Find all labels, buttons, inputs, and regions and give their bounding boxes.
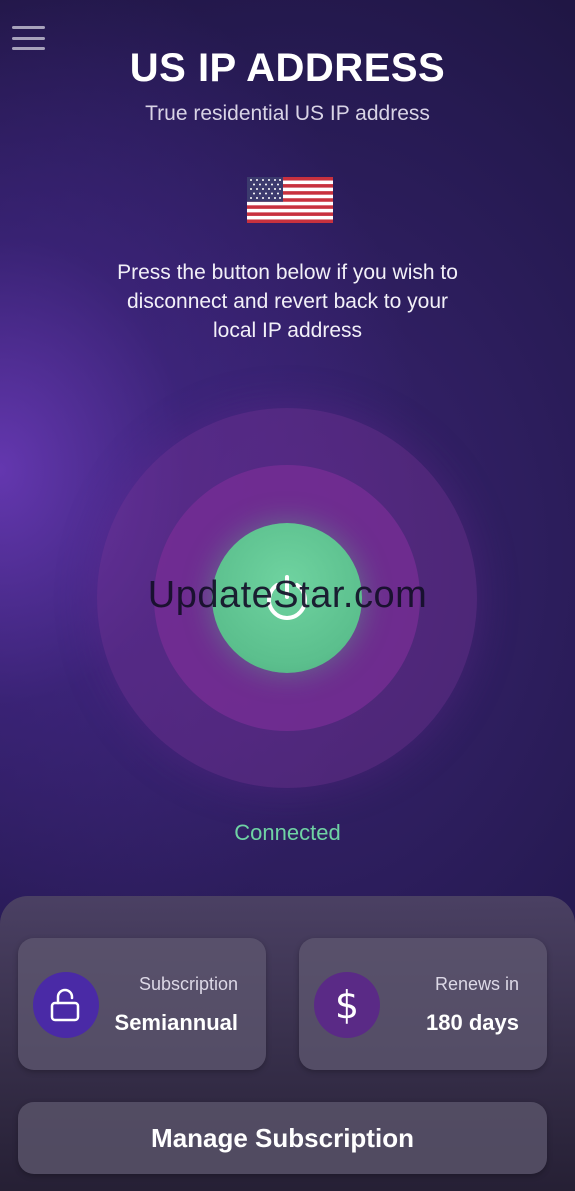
watermark-text: UpdateStar.com xyxy=(147,574,428,616)
menu-line xyxy=(12,36,45,40)
page-title: US IP ADDRESS xyxy=(129,46,446,90)
dollar-icon: $ xyxy=(314,972,380,1038)
menu-line xyxy=(12,26,45,29)
renewal-card: $ Renews in 180 days xyxy=(299,938,547,1070)
manage-subscription-button[interactable]: Manage Subscription xyxy=(18,1102,547,1174)
connection-status: Connected xyxy=(234,820,341,845)
unlock-icon xyxy=(33,972,99,1038)
renewal-label: Renews in xyxy=(434,974,519,994)
us-flag-icon xyxy=(247,177,333,223)
page-subtitle: True residential US IP address xyxy=(145,102,430,125)
subscription-value: Semiannual xyxy=(114,1010,238,1035)
subscription-card: Subscription Semiannual xyxy=(18,938,266,1070)
renewal-value: 180 days xyxy=(426,1010,519,1035)
dollar-glyph: $ xyxy=(334,983,360,1027)
disconnect-instructions: Press the button below if you wish to di… xyxy=(117,261,458,342)
subscription-label: Subscription xyxy=(138,974,238,994)
